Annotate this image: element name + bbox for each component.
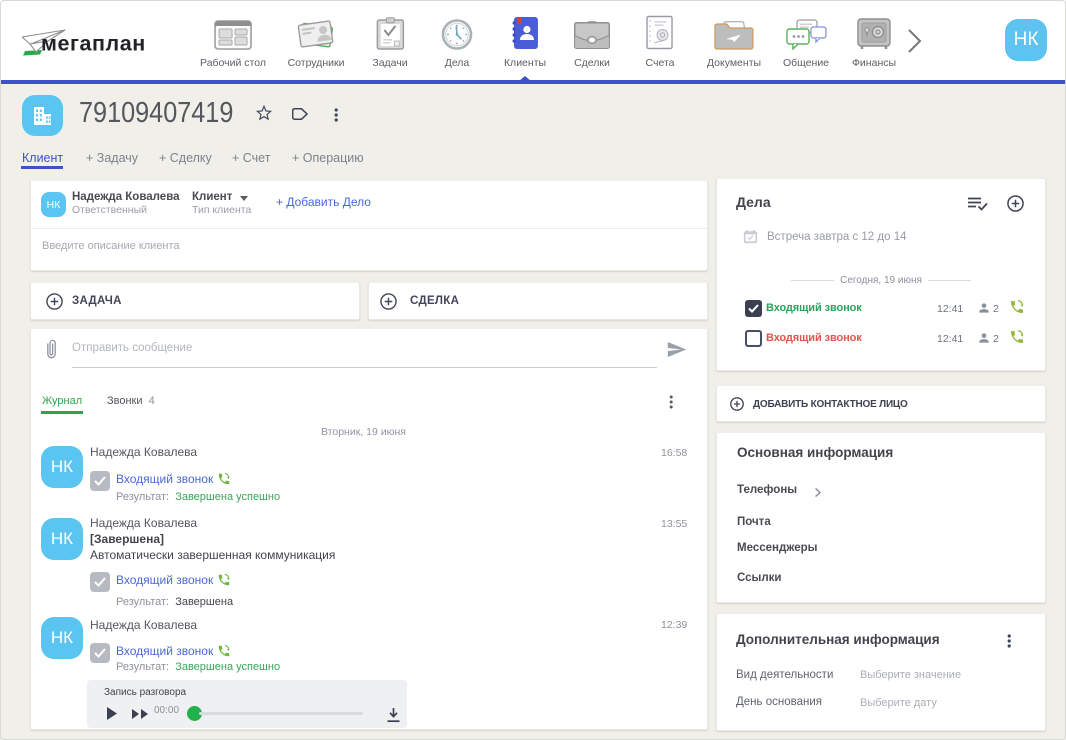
svg-text:мегаплан: мегаплан [41,32,146,56]
